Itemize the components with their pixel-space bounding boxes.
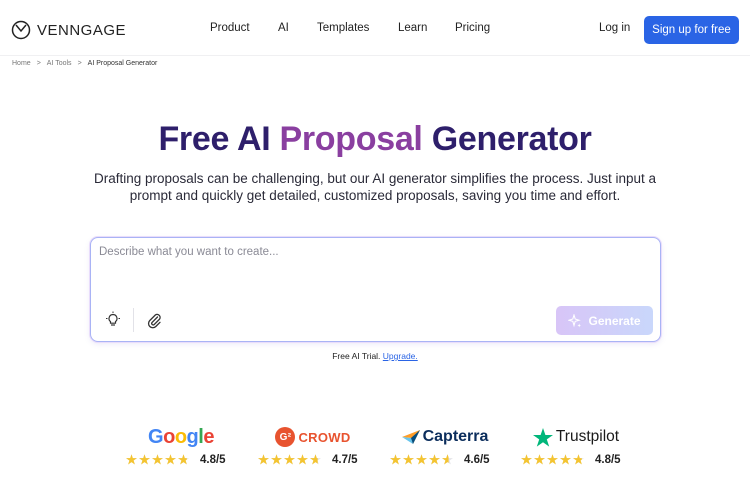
star-icon [390, 454, 401, 465]
breadcrumb: Home > AI Tools > AI Proposal Generator [12, 60, 157, 67]
nav-item-pricing[interactable]: Pricing [455, 22, 490, 34]
title-accent: Proposal [279, 120, 423, 158]
g2crowd-logo: G² CROWD [258, 424, 368, 450]
star-icon [271, 454, 282, 465]
star-icon [429, 454, 440, 465]
star-icon [139, 454, 150, 465]
breadcrumb-separator: > [36, 60, 41, 67]
star-rating [258, 454, 321, 465]
rating-trustpilot: Trustpilot 4.8/5 [521, 424, 631, 474]
nav-item-product[interactable]: Product [210, 22, 250, 34]
g2-icon: G² [275, 427, 296, 447]
upgrade-link[interactable]: Upgrade. [383, 351, 418, 361]
star-icon [310, 454, 321, 465]
rating-score: 4.8/5 [200, 454, 226, 466]
capterra-wordmark: Capterra [422, 428, 489, 445]
page-subtitle: Drafting proposals can be challenging, b… [93, 171, 657, 203]
star-icon [403, 454, 414, 465]
signup-button[interactable]: Sign up for free [644, 16, 739, 44]
prompt-box: Generate [90, 237, 661, 342]
rating-g2crowd: G² CROWD 4.7/5 [258, 424, 368, 474]
brand-name: VENNGAGE [37, 21, 127, 39]
capterra-arrow-icon [401, 430, 420, 444]
star-icon [297, 454, 308, 465]
g2crowd-wordmark: CROWD [298, 429, 351, 445]
attach-button[interactable] [145, 311, 163, 329]
rating-score: 4.7/5 [332, 454, 358, 466]
capterra-logo: Capterra [390, 424, 500, 450]
star-icon [165, 454, 176, 465]
page-title: Free AI Proposal Generator [0, 120, 750, 159]
nav-item-ai[interactable]: AI [278, 22, 289, 34]
venngage-logo-icon [11, 20, 31, 40]
generate-label: Generate [588, 313, 641, 328]
trustpilot-logo: Trustpilot [521, 424, 631, 450]
lightbulb-icon [106, 311, 120, 326]
rating-capterra: Capterra 4.6/5 [390, 424, 500, 474]
toolbar-divider [133, 308, 134, 332]
star-rating [390, 454, 453, 465]
trial-text: Free AI Trial. [332, 351, 381, 361]
login-link[interactable]: Log in [599, 22, 630, 34]
breadcrumb-separator: > [77, 60, 82, 67]
breadcrumb-ai-tools[interactable]: AI Tools [47, 60, 72, 67]
venngage-logo[interactable]: VENNGAGE [11, 20, 126, 40]
google-logo: Google [126, 424, 236, 450]
star-icon [416, 454, 427, 465]
star-icon [521, 454, 532, 465]
title-part-2: Generator [422, 120, 592, 158]
nav-item-learn[interactable]: Learn [398, 22, 427, 34]
nav-item-templates[interactable]: Templates [317, 22, 369, 34]
star-icon [560, 454, 571, 465]
google-wordmark: Google [148, 425, 214, 448]
prompt-input[interactable] [99, 246, 649, 286]
star-rating [521, 454, 584, 465]
star-icon [547, 454, 558, 465]
star-icon [152, 454, 163, 465]
star-icon [442, 454, 453, 465]
top-navigation-bar: VENNGAGE Product AI Templates Learn Pric… [0, 0, 750, 56]
paperclip-icon [147, 313, 161, 329]
title-part-1: Free AI [158, 120, 280, 158]
breadcrumb-home[interactable]: Home [12, 60, 31, 67]
star-rating [126, 454, 189, 465]
trustpilot-wordmark: Trustpilot [555, 428, 620, 445]
breadcrumb-current: AI Proposal Generator [87, 60, 158, 67]
star-icon [573, 454, 584, 465]
star-icon [258, 454, 269, 465]
trial-note: Free AI Trial. Upgrade. [0, 351, 750, 361]
rating-score: 4.6/5 [464, 454, 490, 466]
sparkle-icon [568, 313, 582, 327]
star-icon [534, 454, 545, 465]
rating-google: Google 4.8/5 [126, 424, 236, 474]
star-icon [284, 454, 295, 465]
generate-button[interactable]: Generate [556, 306, 653, 335]
rating-score: 4.8/5 [595, 454, 621, 466]
star-icon [126, 454, 137, 465]
star-icon [178, 454, 189, 465]
idea-button[interactable] [104, 311, 122, 329]
trustpilot-star-icon [532, 427, 553, 447]
